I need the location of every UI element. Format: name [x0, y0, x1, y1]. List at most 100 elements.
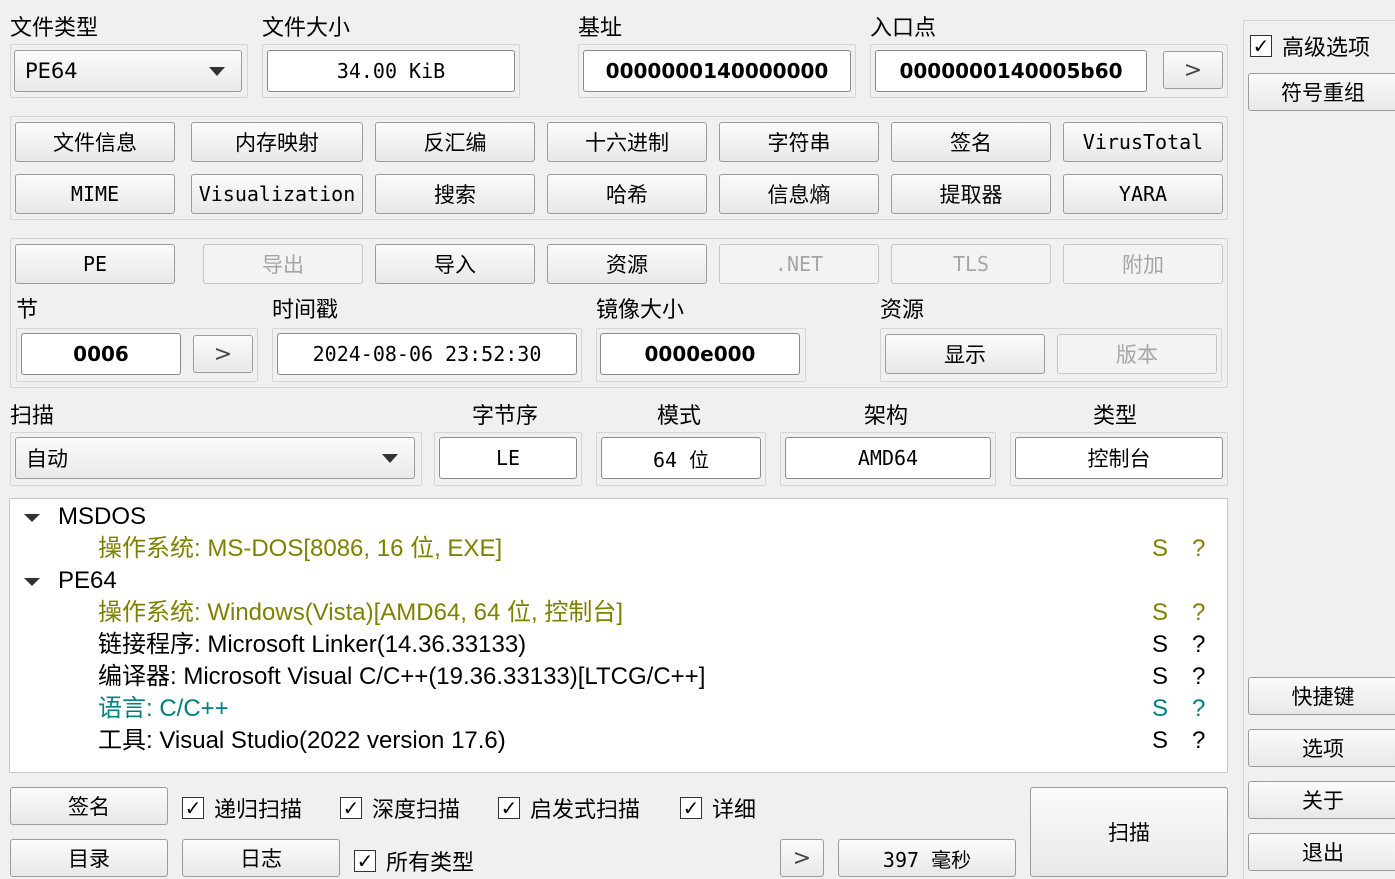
file-type-select[interactable]: PE64	[14, 50, 242, 92]
show-resources-button[interactable]: 显示	[885, 334, 1045, 374]
virustotal-button[interactable]: VirusTotal	[1063, 122, 1223, 162]
signature-marker[interactable]: S	[1152, 629, 1168, 661]
shortcuts-button[interactable]: 快捷键	[1248, 677, 1395, 715]
tree-group-label: PE64	[58, 567, 117, 594]
file-type-value: PE64	[25, 59, 78, 83]
detection-text: 工具: Visual Studio(2022 version 17.6)	[98, 727, 506, 754]
architecture-field[interactable]: AMD64	[785, 437, 991, 479]
expand-triangle-icon[interactable]	[24, 514, 40, 522]
info-marker[interactable]: ?	[1192, 661, 1205, 693]
disassembly-button[interactable]: 反汇编	[375, 122, 535, 162]
signature-button[interactable]: 签名	[10, 787, 168, 825]
base-address-label: 基址	[578, 16, 623, 41]
hash-button[interactable]: 哈希	[547, 174, 707, 214]
tree-group-pe64[interactable]: PE64	[10, 565, 1227, 597]
signatures-button[interactable]: 签名	[891, 122, 1051, 162]
detection-text: 操作系统: MS-DOS[8086, 16 位, EXE]	[98, 535, 503, 562]
all-types-checkbox[interactable]: ✓ 所有类型	[354, 845, 474, 877]
timestamp-field[interactable]: 2024-08-06 23:52:30	[277, 333, 577, 375]
section-field[interactable]: 0006	[21, 333, 181, 375]
tab-imports[interactable]: 导入	[375, 244, 535, 284]
search-button[interactable]: 搜索	[375, 174, 535, 214]
section-label: 节	[16, 298, 39, 323]
results-tree[interactable]: MSDOS 操作系统: MS-DOS[8086, 16 位, EXE] S ? …	[9, 498, 1228, 773]
tree-group-msdos[interactable]: MSDOS	[10, 501, 1227, 533]
tab-exports[interactable]: 导出	[203, 244, 363, 284]
chevron-right-icon: >	[213, 341, 233, 367]
tree-item[interactable]: 操作系统: MS-DOS[8086, 16 位, EXE] S ?	[10, 533, 1227, 565]
visualization-button[interactable]: Visualization	[191, 174, 363, 214]
directory-button[interactable]: 目录	[10, 839, 168, 877]
deep-scan-label: 深度扫描	[372, 798, 461, 823]
detection-text: 语言: C/C++	[98, 695, 229, 722]
tree-item[interactable]: 链接程序: Microsoft Linker(14.36.33133) S ?	[10, 629, 1227, 661]
mode-label: 模式	[657, 404, 702, 429]
chevron-right-icon: >	[792, 845, 812, 871]
file-info-button[interactable]: 文件信息	[15, 122, 175, 162]
version-button[interactable]: 版本	[1057, 334, 1217, 374]
tab-tls[interactable]: TLS	[891, 244, 1051, 284]
tree-item[interactable]: 工具: Visual Studio(2022 version 17.6) S ?	[10, 725, 1227, 757]
image-size-field[interactable]: 0000e000	[600, 333, 800, 375]
mime-button[interactable]: MIME	[15, 174, 175, 214]
hex-button[interactable]: 十六进制	[547, 122, 707, 162]
entry-point-next-button[interactable]: >	[1163, 51, 1223, 89]
demangle-button[interactable]: 符号重组	[1248, 73, 1395, 111]
extractor-button[interactable]: 提取器	[891, 174, 1051, 214]
detection-text: 编译器: Microsoft Visual C/C++(19.36.33133)…	[98, 663, 706, 690]
signature-marker[interactable]: S	[1152, 533, 1168, 565]
architecture-label: 架构	[864, 404, 909, 429]
signature-marker[interactable]: S	[1152, 693, 1168, 725]
tree-item[interactable]: 语言: C/C++ S ?	[10, 693, 1227, 725]
tab-resources[interactable]: 资源	[547, 244, 707, 284]
verbose-checkbox[interactable]: ✓ 详细	[680, 792, 756, 824]
scan-mode-value: 自动	[26, 447, 68, 471]
info-marker[interactable]: ?	[1192, 629, 1205, 661]
base-address-field[interactable]: 0000000140000000	[583, 50, 851, 92]
timestamp-label: 时间戳	[272, 298, 339, 323]
section-next-button[interactable]: >	[193, 335, 253, 373]
about-button[interactable]: 关于	[1248, 781, 1395, 819]
yara-button[interactable]: YARA	[1063, 174, 1223, 214]
info-marker[interactable]: ?	[1192, 597, 1205, 629]
checkmark-icon[interactable]: ✓	[354, 849, 376, 873]
mode-field[interactable]: 64 位	[601, 437, 761, 479]
checkmark-icon[interactable]: ✓	[182, 796, 204, 820]
tree-item[interactable]: 操作系统: Windows(Vista)[AMD64, 64 位, 控制台] S…	[10, 597, 1227, 629]
endianness-field[interactable]: LE	[439, 437, 577, 479]
file-size-field[interactable]: 34.00 KiB	[267, 50, 515, 92]
verbose-label: 详细	[712, 798, 757, 823]
exit-button[interactable]: 退出	[1248, 833, 1395, 871]
memory-map-button[interactable]: 内存映射	[191, 122, 363, 162]
chevron-down-icon	[382, 454, 398, 463]
more-button[interactable]: >	[780, 839, 824, 877]
info-marker[interactable]: ?	[1192, 725, 1205, 757]
checkmark-icon[interactable]: ✓	[1250, 34, 1272, 58]
scan-mode-select[interactable]: 自动	[15, 437, 415, 479]
expand-triangle-icon[interactable]	[24, 578, 40, 586]
heuristic-scan-checkbox[interactable]: ✓ 启发式扫描	[498, 792, 640, 824]
info-marker[interactable]: ?	[1192, 533, 1205, 565]
log-button[interactable]: 日志	[182, 839, 340, 877]
recursive-scan-checkbox[interactable]: ✓ 递归扫描	[182, 792, 302, 824]
scan-button[interactable]: 扫描	[1030, 787, 1228, 877]
tab-dotnet[interactable]: .NET	[719, 244, 879, 284]
signature-marker[interactable]: S	[1152, 725, 1168, 757]
type-field[interactable]: 控制台	[1015, 437, 1223, 479]
signature-marker[interactable]: S	[1152, 597, 1168, 629]
tab-pe[interactable]: PE	[15, 244, 175, 284]
advanced-options-checkbox[interactable]: ✓ 高级选项	[1250, 30, 1370, 62]
entry-point-field[interactable]: 0000000140005b60	[875, 50, 1147, 92]
entropy-button[interactable]: 信息熵	[719, 174, 879, 214]
tree-item[interactable]: 编译器: Microsoft Visual C/C++(19.36.33133)…	[10, 661, 1227, 693]
strings-button[interactable]: 字符串	[719, 122, 879, 162]
endianness-label: 字节序	[472, 404, 539, 429]
checkmark-icon[interactable]: ✓	[498, 796, 520, 820]
deep-scan-checkbox[interactable]: ✓ 深度扫描	[340, 792, 460, 824]
checkmark-icon[interactable]: ✓	[680, 796, 702, 820]
checkmark-icon[interactable]: ✓	[340, 796, 362, 820]
tab-overlay[interactable]: 附加	[1063, 244, 1223, 284]
info-marker[interactable]: ?	[1192, 693, 1205, 725]
options-button[interactable]: 选项	[1248, 729, 1395, 767]
signature-marker[interactable]: S	[1152, 661, 1168, 693]
